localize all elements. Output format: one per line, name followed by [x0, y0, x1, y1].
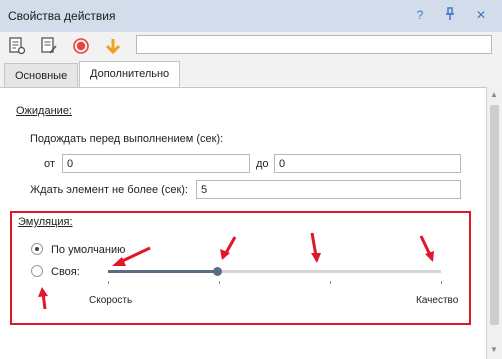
scroll-up-icon[interactable]: ▲	[490, 90, 498, 99]
annotation-arrows	[38, 232, 434, 310]
scrollbar[interactable]: ▲ ▼	[487, 87, 502, 358]
scroll-down-icon[interactable]: ▼	[490, 345, 498, 354]
scroll-thumb[interactable]	[490, 105, 499, 325]
